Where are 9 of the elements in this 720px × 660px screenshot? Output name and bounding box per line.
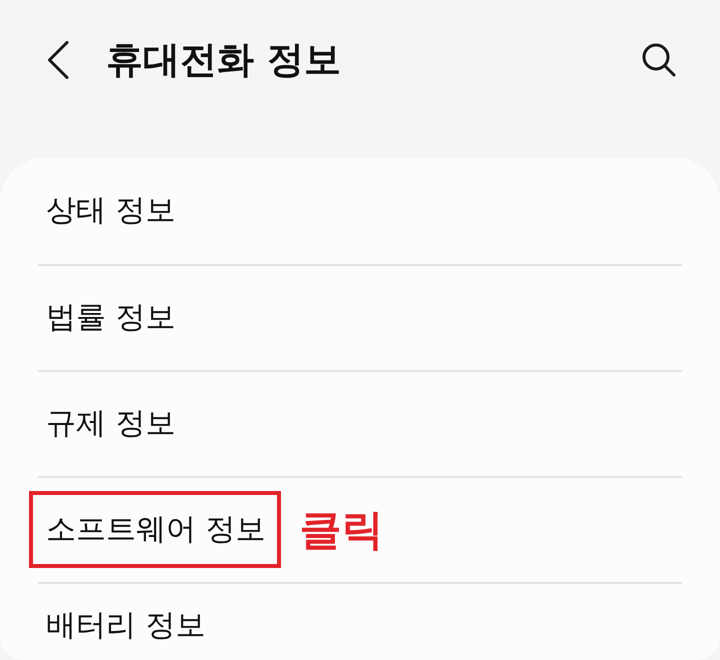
search-icon[interactable] bbox=[642, 43, 676, 77]
annotation-label: 클릭 bbox=[300, 504, 384, 556]
menu-item[interactable]: 상태 정보 bbox=[46, 192, 176, 230]
page-title: 휴대전화 정보 bbox=[106, 38, 341, 82]
menu-item[interactable]: 배터리 정보 bbox=[46, 607, 206, 645]
menu-item[interactable]: 법률 정보 bbox=[46, 299, 176, 337]
back-icon[interactable] bbox=[47, 41, 69, 79]
menu-item[interactable]: 규제 정보 bbox=[46, 405, 176, 443]
menu-item[interactable]: 소프트웨어 정보 bbox=[46, 511, 266, 549]
